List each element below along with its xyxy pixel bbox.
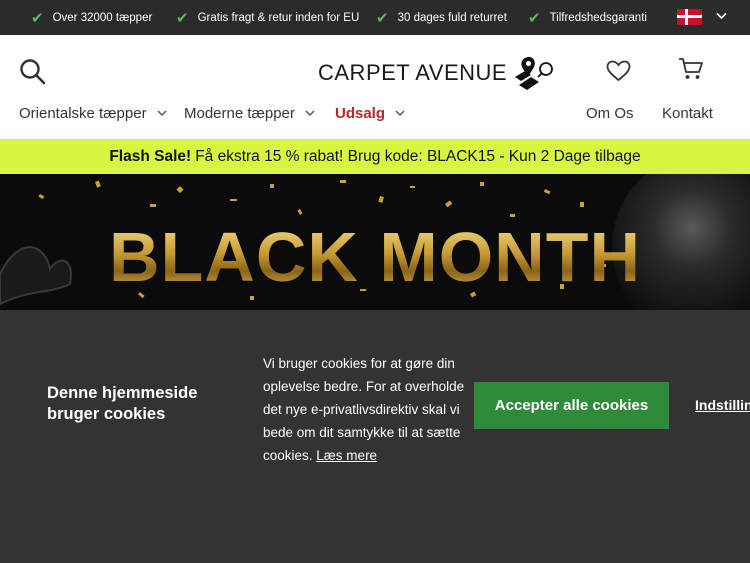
nav-label: Orientalske tæpper bbox=[19, 104, 147, 122]
check-icon: ✔ bbox=[528, 9, 541, 27]
nav-item-sale[interactable]: Udsalg bbox=[335, 103, 405, 123]
usp-bar: ✔ Over 32000 tæpper ✔ Gratis fragt & ret… bbox=[0, 0, 750, 35]
danish-flag-icon[interactable] bbox=[677, 9, 702, 25]
hero-banner[interactable]: BLACK MONTH bbox=[0, 174, 750, 310]
check-icon: ✔ bbox=[31, 9, 44, 27]
cookie-title: Denne hjemmeside bruger cookies bbox=[47, 384, 198, 423]
chevron-down-icon bbox=[157, 109, 167, 116]
map-pin-logo-icon bbox=[515, 57, 553, 90]
logo-text: CARPET AVENUE bbox=[318, 60, 508, 85]
cookie-settings-link[interactable]: Indstillinger bbox=[695, 397, 750, 413]
check-icon: ✔ bbox=[376, 9, 389, 27]
heart-icon[interactable] bbox=[606, 60, 631, 82]
flash-sale-banner[interactable]: Flash Sale! Få ekstra 15 % rabat! Brug k… bbox=[0, 139, 750, 174]
nav-label: Om Os bbox=[586, 104, 634, 122]
cookie-description: Vi bruger cookies for at gøre din opleve… bbox=[263, 352, 473, 467]
usp-label: Over 32000 tæpper bbox=[52, 11, 153, 24]
chevron-down-icon bbox=[305, 109, 315, 116]
nav-item-modern-rugs[interactable]: Moderne tæpper bbox=[184, 103, 315, 123]
nav-item-oriental-rugs[interactable]: Orientalske tæpper bbox=[19, 103, 167, 123]
usp-label: Gratis fragt & retur inden for EU bbox=[197, 11, 360, 24]
accept-all-cookies-button[interactable]: Accepter alle cookies bbox=[474, 382, 669, 429]
usp-item: ✔ Over 32000 tæpper bbox=[31, 0, 152, 35]
cookie-banner: Denne hjemmeside bruger cookies Vi bruge… bbox=[0, 310, 750, 563]
flash-sale-text: Få ekstra 15 % rabat! Brug kode: BLACK15… bbox=[195, 147, 641, 165]
nav-item-about[interactable]: Om Os bbox=[586, 103, 634, 123]
check-icon: ✔ bbox=[176, 9, 189, 27]
cookie-text: Vi bruger cookies for at gøre din opleve… bbox=[263, 356, 465, 463]
chevron-down-icon[interactable] bbox=[716, 12, 727, 20]
usp-label: 30 dages fuld returret bbox=[397, 11, 507, 24]
usp-item: ✔ 30 dages fuld returret bbox=[376, 0, 507, 35]
site-header: CARPET AVENUE Orientalske tæpper Moderne… bbox=[0, 35, 750, 139]
search-icon[interactable] bbox=[19, 58, 46, 85]
flash-sale-bold: Flash Sale! bbox=[109, 147, 192, 165]
nav-label: Udsalg bbox=[335, 104, 386, 122]
usp-label: Tilfredshedsgaranti bbox=[549, 11, 647, 24]
read-more-link[interactable]: Læs mere bbox=[316, 448, 377, 463]
hero-title: BLACK MONTH bbox=[0, 222, 750, 292]
nav-label: Moderne tæpper bbox=[184, 104, 295, 122]
usp-item: ✔ Gratis fragt & retur inden for EU bbox=[176, 0, 359, 35]
nav-item-contact[interactable]: Kontakt bbox=[662, 103, 713, 123]
logo[interactable]: CARPET AVENUE bbox=[318, 53, 555, 93]
usp-item: ✔ Tilfredshedsgaranti bbox=[528, 0, 647, 35]
nav-label: Kontakt bbox=[662, 104, 713, 122]
chevron-down-icon bbox=[395, 109, 405, 116]
cart-icon[interactable] bbox=[678, 57, 704, 81]
